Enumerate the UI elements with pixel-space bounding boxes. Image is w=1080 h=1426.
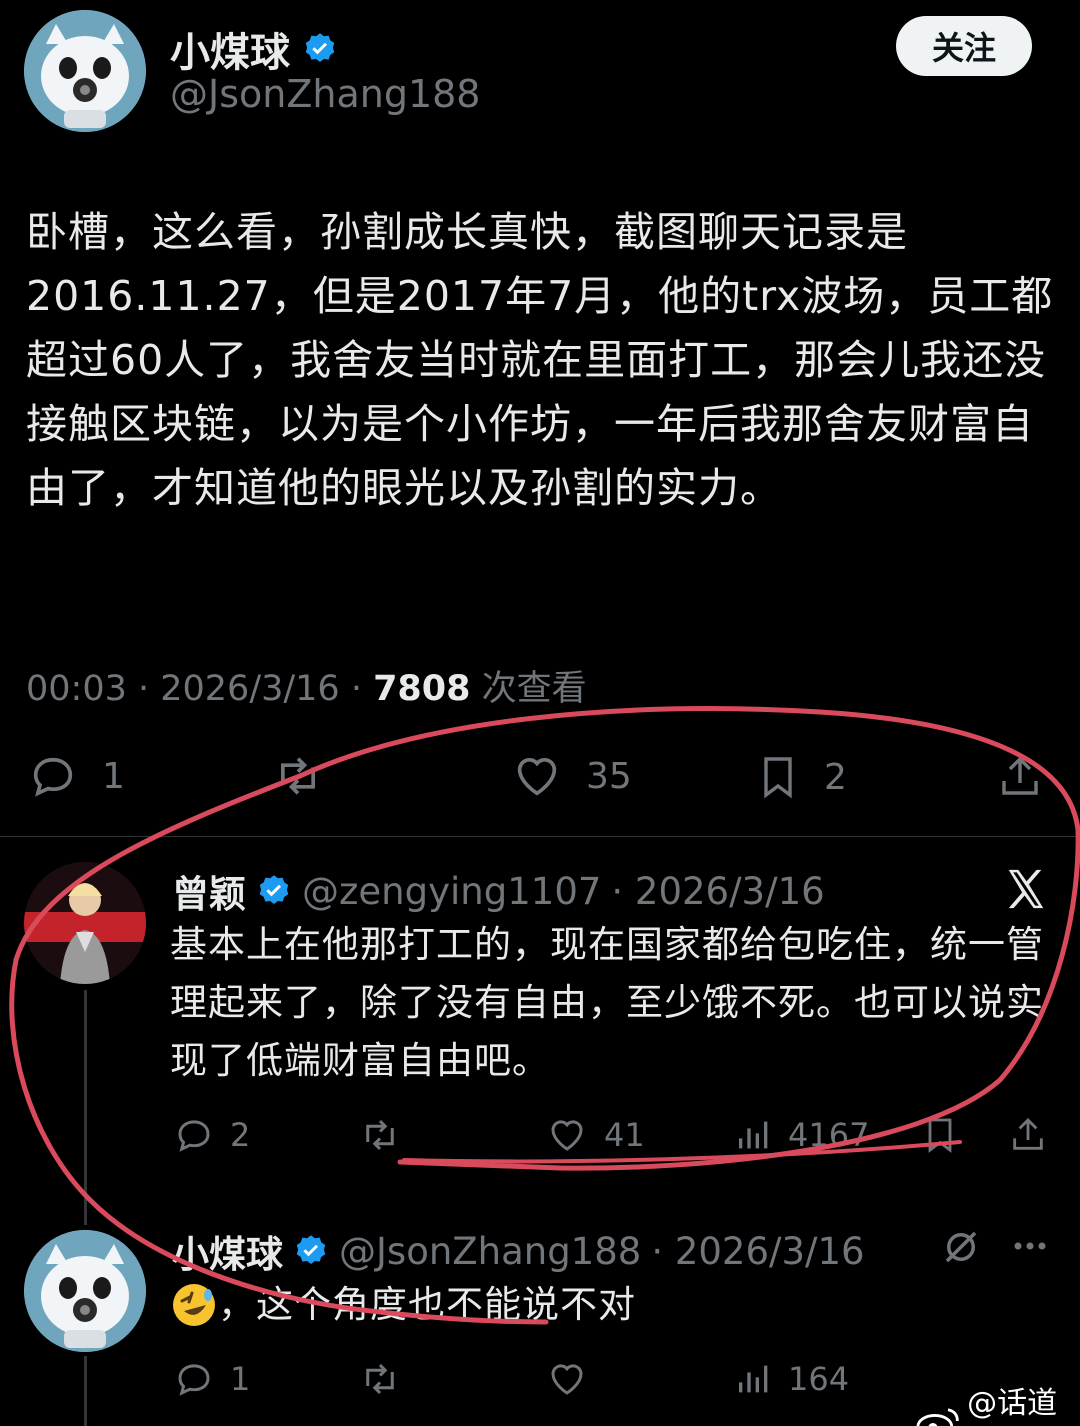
thread-line: [84, 990, 87, 1225]
heart-icon: [551, 1364, 583, 1395]
follow-button[interactable]: 关注: [896, 16, 1032, 76]
view-count-label: 次查看: [470, 669, 587, 709]
reply-count: 1: [230, 1360, 251, 1398]
user-handle[interactable]: @JsonZhang188: [339, 1230, 641, 1273]
reply-count: 2: [230, 1116, 251, 1154]
like-button[interactable]: 41: [544, 1114, 645, 1156]
reply-button[interactable]: 1: [172, 1358, 250, 1400]
cat-mascot-icon: [24, 1230, 146, 1352]
like-button[interactable]: [544, 1358, 590, 1400]
tweet-text: 卧槽，这么看，孙割成长真快，截图聊天记录是2016.11.27，但是2017年7…: [26, 208, 1054, 512]
verified-badge-icon: [296, 1235, 326, 1265]
retweet-icon: [366, 1363, 394, 1395]
avatar[interactable]: [24, 10, 146, 132]
reply-icon: [178, 1120, 210, 1152]
grok-icon[interactable]: [940, 1226, 982, 1268]
view-count: 4167: [788, 1116, 870, 1154]
user-handle[interactable]: @zengying1107: [302, 870, 601, 913]
display-name[interactable]: 小煤球: [172, 1224, 283, 1278]
bookmark-icon[interactable]: [920, 1112, 960, 1158]
x-logo-icon[interactable]: [1002, 866, 1050, 912]
retweet-button[interactable]: [356, 1114, 404, 1156]
bookmark-button[interactable]: 2: [754, 750, 847, 804]
avatar[interactable]: [24, 862, 146, 984]
retweet-icon: [366, 1119, 394, 1151]
reply-button[interactable]: 1: [26, 750, 125, 802]
retweet-button[interactable]: [356, 1358, 404, 1400]
verified-badge-icon: [305, 33, 335, 63]
views-button[interactable]: 4167: [734, 1114, 869, 1156]
profile-photo-icon: [24, 862, 146, 984]
share-icon: [1002, 756, 1038, 795]
bookmark-icon: [764, 757, 792, 799]
thread-line: [84, 1356, 87, 1426]
reply-text: 基本上在他那打工的，现在国家都给包吃住，统一管理起来了，除了没有自由，至少饿不死…: [170, 923, 1044, 1082]
watermark: @话道君: [916, 1378, 1080, 1426]
retweet-button[interactable]: [270, 750, 326, 802]
rofl-emoji-icon: [173, 1284, 215, 1326]
divider: [0, 836, 1080, 837]
watermark-text: @话道君: [967, 1386, 1058, 1421]
reply-icon: [178, 1364, 210, 1396]
heart-icon: [551, 1120, 583, 1151]
display-name[interactable]: 小煤球: [170, 20, 290, 78]
view-count: 164: [788, 1360, 850, 1398]
retweet-icon: [280, 757, 316, 795]
views-button[interactable]: 164: [734, 1358, 849, 1400]
cat-mascot-icon: [24, 10, 146, 132]
analytics-icon: [739, 1121, 768, 1149]
bookmark-count: 2: [824, 756, 847, 798]
verified-badge-icon: [259, 875, 289, 905]
display-name[interactable]: 曾颖: [172, 864, 246, 918]
tweet-time[interactable]: 00:03 · 2026/3/16 ·: [26, 669, 373, 709]
avatar[interactable]: [24, 1230, 146, 1352]
view-count: 7808: [373, 669, 471, 709]
post-date[interactable]: · 2026/3/16: [651, 1230, 864, 1273]
weibo-logo-icon: [916, 1408, 959, 1426]
reply-text: ，这个角度也不能说不对: [218, 1283, 636, 1326]
reply-text-row: ，这个角度也不能说不对: [170, 1276, 1050, 1334]
like-count: 35: [586, 755, 632, 797]
reply-button[interactable]: 2: [172, 1114, 250, 1156]
like-count: 41: [604, 1116, 645, 1154]
post-date[interactable]: · 2026/3/16: [611, 870, 824, 913]
user-handle[interactable]: @JsonZhang188: [170, 72, 480, 116]
tweet-meta: 00:03 · 2026/3/16 · 7808 次查看: [26, 660, 587, 711]
share-icon[interactable]: [1008, 1112, 1048, 1158]
reply-icon: [33, 757, 73, 797]
more-icon[interactable]: [1010, 1236, 1050, 1256]
heart-icon: [517, 758, 557, 796]
reply-count: 1: [102, 755, 125, 797]
like-button[interactable]: 35: [510, 750, 632, 802]
analytics-icon: [739, 1365, 768, 1393]
share-button[interactable]: [996, 750, 1044, 804]
